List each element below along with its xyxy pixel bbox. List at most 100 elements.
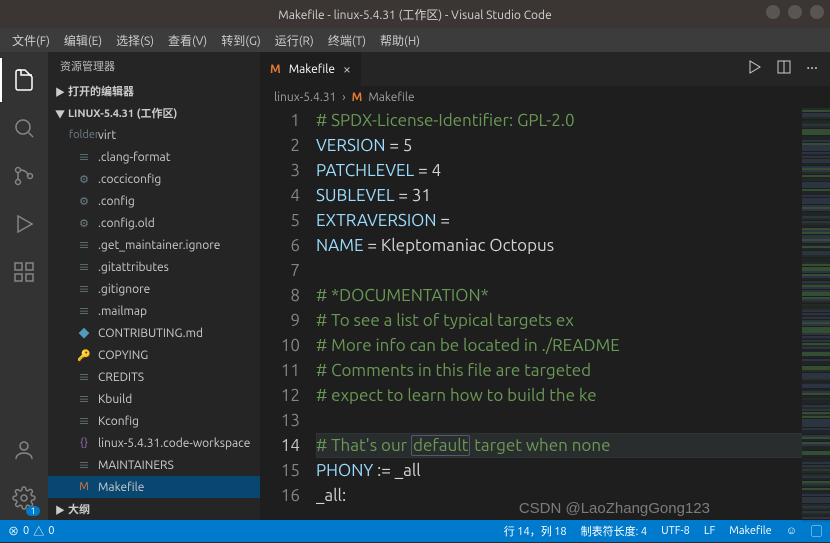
breadcrumbs[interactable]: linux-5.4.31 › M Makefile: [260, 86, 830, 108]
activity-extensions[interactable]: [0, 250, 48, 294]
file-icon: folder: [76, 127, 92, 143]
breadcrumb-file[interactable]: Makefile: [368, 91, 414, 104]
tab-label: Makefile: [289, 63, 335, 76]
file-tree: foldervirt≡.clang-format⚙.cocciconfig⚙.c…: [48, 124, 260, 498]
file-icon: ≡: [76, 303, 92, 319]
menu-go[interactable]: 转到(G): [215, 30, 267, 51]
activity-account[interactable]: [0, 428, 48, 472]
file-name: .clang-format: [98, 151, 170, 164]
outline-section[interactable]: ▶大纲: [48, 498, 260, 520]
error-icon: ⊗: [8, 523, 19, 539]
tab-makefile[interactable]: M Makefile ×: [260, 52, 362, 86]
status-notifications[interactable]: ▢: [811, 523, 822, 539]
file-icon: ≡: [76, 237, 92, 253]
status-eol[interactable]: LF: [704, 525, 715, 537]
file-item[interactable]: ≡.gitattributes: [48, 256, 260, 278]
chevron-right-icon: ›: [342, 91, 345, 104]
activity-bar: 1: [0, 52, 48, 520]
file-icon: 🔑: [76, 347, 92, 363]
chevron-down-icon: ▼: [52, 106, 68, 121]
file-name: .get_maintainer.ignore: [98, 239, 220, 252]
file-name: .cocciconfig: [98, 173, 161, 186]
file-icon: ≡: [76, 369, 92, 385]
activity-settings[interactable]: 1: [0, 476, 48, 520]
menu-view[interactable]: 查看(V): [162, 30, 213, 51]
file-item[interactable]: folder virt: [48, 124, 260, 146]
file-name: CONTRIBUTING.md: [98, 327, 203, 340]
file-name: CREDITS: [98, 371, 144, 384]
file-name: .gitignore: [98, 283, 150, 296]
file-item[interactable]: ⚙.cocciconfig: [48, 168, 260, 190]
file-item[interactable]: ≡ .get_maintainer.ignore: [48, 234, 260, 256]
status-problems[interactable]: ⊗0 △0: [8, 523, 54, 539]
file-icon: ≡: [76, 391, 92, 407]
file-item[interactable]: ≡MAINTAINERS: [48, 454, 260, 476]
run-icon[interactable]: [746, 59, 762, 79]
tab-bar: M Makefile × ···: [260, 52, 830, 86]
explorer-sidebar: 资源管理器 ▶打开的编辑器 ▼LINUX-5.4.31 (工作区) folder…: [48, 52, 260, 520]
titlebar: Makefile - linux-5.4.31 (工作区) - Visual S…: [0, 0, 830, 28]
file-name: virt: [98, 129, 116, 142]
split-icon[interactable]: [776, 59, 792, 79]
code-area[interactable]: 12345678910111213141516 # SPDX-License-I…: [260, 108, 830, 520]
file-name: .config.old: [98, 217, 155, 230]
menu-terminal[interactable]: 终端(T): [322, 30, 372, 51]
folder-section[interactable]: ▼LINUX-5.4.31 (工作区): [48, 102, 260, 124]
editor-group: M Makefile × ··· linux-5.4.31 › M Makefi…: [260, 52, 830, 520]
file-name: COPYING: [98, 349, 148, 362]
activity-search[interactable]: [0, 106, 48, 150]
menubar: 文件(F) 编辑(E) 选择(S) 查看(V) 转到(G) 运行(R) 终端(T…: [0, 28, 830, 52]
file-name: Makefile: [98, 481, 144, 494]
file-item[interactable]: ⚙.config: [48, 190, 260, 212]
window-title: Makefile - linux-5.4.31 (工作区) - Visual S…: [278, 6, 551, 23]
code-content[interactable]: # SPDX-License-Identifier: GPL-2.0VERSIO…: [316, 108, 830, 520]
file-icon: ≡: [76, 413, 92, 429]
breadcrumb-folder[interactable]: linux-5.4.31: [274, 91, 336, 104]
file-item[interactable]: {} linux-5.4.31.code-workspace: [48, 432, 260, 454]
activity-scm[interactable]: [0, 154, 48, 198]
makefile-icon: M: [352, 91, 363, 104]
file-item[interactable]: ≡ .clang-format: [48, 146, 260, 168]
more-icon[interactable]: ···: [806, 59, 818, 79]
settings-badge: 1: [26, 506, 40, 516]
status-cursor[interactable]: 行 14，列 18: [504, 523, 567, 539]
file-item[interactable]: ◆ CONTRIBUTING.md: [48, 322, 260, 344]
status-lang[interactable]: Makefile: [729, 525, 771, 537]
window-controls: [766, 5, 824, 19]
menu-file[interactable]: 文件(F): [6, 30, 56, 51]
file-item[interactable]: ≡ Kconfig: [48, 410, 260, 432]
file-icon: ⚙: [76, 193, 92, 209]
minimize-button[interactable]: [766, 5, 780, 19]
activity-explorer[interactable]: [0, 58, 48, 102]
open-editors-section[interactable]: ▶打开的编辑器: [48, 80, 260, 102]
menu-select[interactable]: 选择(S): [110, 30, 160, 51]
status-encoding[interactable]: UTF-8: [661, 525, 690, 537]
file-icon: ≡: [76, 259, 92, 275]
explorer-title: 资源管理器: [48, 52, 260, 80]
status-feedback[interactable]: ☺: [786, 525, 797, 537]
file-item[interactable]: ≡Kbuild: [48, 388, 260, 410]
file-item[interactable]: MMakefile: [48, 476, 260, 498]
status-tabsize[interactable]: 制表符长度: 4: [581, 523, 647, 539]
file-item[interactable]: ≡.mailmap: [48, 300, 260, 322]
line-gutter: 12345678910111213141516: [260, 108, 316, 520]
file-icon: {}: [76, 435, 92, 451]
file-item[interactable]: ⚙.config.old: [48, 212, 260, 234]
maximize-button[interactable]: [788, 5, 802, 19]
file-item[interactable]: ≡ CREDITS: [48, 366, 260, 388]
menu-edit[interactable]: 编辑(E): [58, 30, 108, 51]
minimap[interactable]: [802, 108, 830, 520]
menu-help[interactable]: 帮助(H): [374, 30, 426, 51]
file-name: Kconfig: [98, 415, 139, 428]
warning-icon: △: [33, 523, 44, 539]
file-icon: ◆: [76, 325, 92, 341]
file-icon: ≡: [76, 149, 92, 165]
activity-debug[interactable]: [0, 202, 48, 246]
close-icon[interactable]: ×: [343, 61, 351, 77]
file-item[interactable]: ≡ .gitignore: [48, 278, 260, 300]
file-name: linux-5.4.31.code-workspace: [98, 437, 250, 450]
file-icon: ≡: [76, 281, 92, 297]
menu-run[interactable]: 运行(R): [269, 30, 320, 51]
file-item[interactable]: 🔑 COPYING: [48, 344, 260, 366]
close-button[interactable]: [810, 5, 824, 19]
